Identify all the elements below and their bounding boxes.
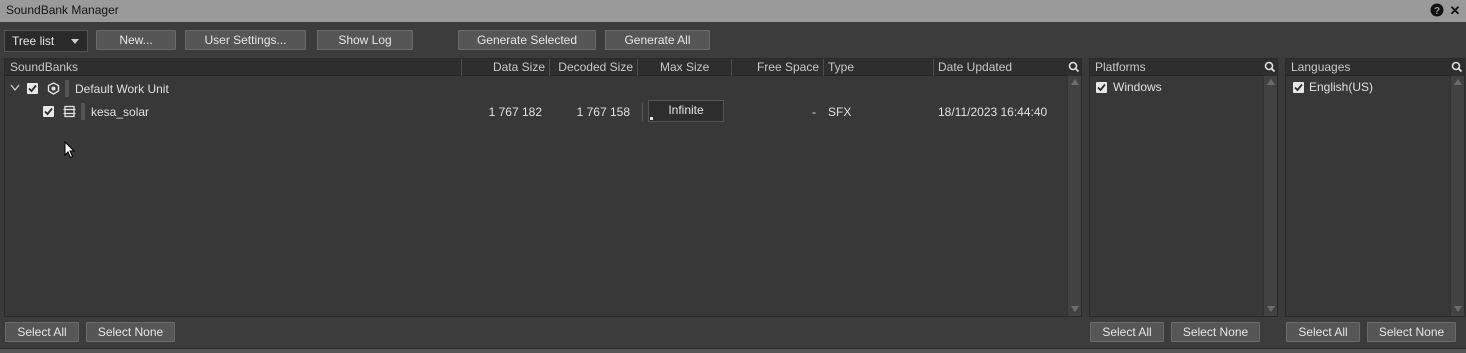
mouse-cursor-icon (64, 141, 76, 159)
max-size-value: Infinite (668, 103, 704, 117)
scroll-down-icon[interactable] (1071, 306, 1079, 312)
window-bottom-edge (0, 348, 1466, 353)
type-value: SFX (828, 105, 852, 119)
platforms-panel: Platforms Windows (1089, 58, 1278, 317)
platforms-header: Platforms (1090, 59, 1263, 76)
soundbank-checkbox[interactable] (43, 106, 54, 117)
max-size-field[interactable]: Infinite (648, 100, 724, 122)
search-icon[interactable] (1067, 59, 1081, 76)
soundbanks-select-none-button[interactable]: Select None (86, 322, 175, 342)
user-settings-button[interactable]: User Settings... (185, 30, 306, 50)
platforms-select-all-button[interactable]: Select All (1090, 322, 1164, 342)
window-title: SoundBank Manager (6, 3, 119, 17)
column-type[interactable]: Type (828, 60, 854, 75)
decoded-size-value: 1 767 158 (576, 105, 630, 119)
languages-select-all-button[interactable]: Select All (1286, 322, 1360, 342)
platforms-select-none-button[interactable]: Select None (1171, 322, 1260, 342)
platform-label-windows[interactable]: Windows (1113, 80, 1162, 94)
title-bar: SoundBank Manager ? ✕ (0, 0, 1466, 22)
column-separator[interactable] (637, 59, 638, 76)
soundbanks-select-all-button[interactable]: Select All (5, 322, 79, 342)
languages-panel: Languages English(US) (1285, 58, 1465, 317)
column-decoded-size[interactable]: Decoded Size (553, 60, 633, 75)
column-separator[interactable] (731, 59, 732, 76)
new-button[interactable]: New... (96, 30, 176, 50)
language-checkbox-english-us[interactable] (1293, 82, 1304, 93)
vertical-scrollbar[interactable] (1263, 76, 1277, 316)
free-space-value: - (812, 105, 816, 119)
search-icon[interactable] (1450, 59, 1464, 76)
toolbar: Tree list New... User Settings... Show L… (0, 22, 1466, 58)
column-separator[interactable] (823, 59, 824, 76)
languages-select-none-button[interactable]: Select None (1367, 322, 1456, 342)
scroll-up-icon[interactable] (1267, 79, 1275, 85)
generate-selected-button[interactable]: Generate Selected (458, 30, 596, 50)
column-max-size[interactable]: Max Size (660, 60, 709, 75)
language-label-english-us[interactable]: English(US) (1309, 80, 1373, 94)
platforms-header-label: Platforms (1095, 60, 1146, 74)
work-unit-checkbox[interactable] (27, 83, 38, 94)
languages-header: Languages (1286, 59, 1450, 76)
soundbank-name[interactable]: kesa_solar (91, 105, 149, 119)
column-separator[interactable] (933, 59, 934, 76)
help-icon[interactable]: ? (1429, 3, 1445, 19)
view-mode-value: Tree list (12, 34, 55, 48)
chevron-down-icon[interactable] (10, 84, 20, 92)
column-date-updated[interactable]: Date Updated (938, 60, 1012, 75)
column-soundbanks[interactable]: SoundBanks (10, 60, 78, 75)
svg-text:?: ? (1434, 6, 1440, 17)
column-data-size[interactable]: Data Size (465, 60, 545, 75)
search-icon[interactable] (1263, 59, 1277, 76)
work-unit-label[interactable]: Default Work Unit (75, 82, 169, 96)
scroll-down-icon[interactable] (1267, 306, 1275, 312)
scroll-up-icon[interactable] (1454, 79, 1462, 85)
scroll-up-icon[interactable] (1071, 79, 1079, 85)
row-separator (81, 103, 85, 120)
soundbanks-header: SoundBanks Data Size Decoded Size Max Si… (5, 59, 1067, 76)
column-free-space[interactable]: Free Space (735, 60, 819, 75)
languages-header-label: Languages (1291, 60, 1351, 74)
work-unit-icon (47, 82, 60, 95)
row-separator (65, 80, 69, 97)
generate-all-button[interactable]: Generate All (605, 30, 710, 50)
soundbanks-panel: SoundBanks Data Size Decoded Size Max Si… (4, 58, 1082, 317)
column-separator[interactable] (549, 59, 550, 76)
column-separator[interactable] (461, 59, 462, 76)
platform-checkbox-windows[interactable] (1096, 82, 1107, 93)
data-size-value: 1 767 182 (488, 105, 542, 119)
vertical-scrollbar[interactable] (1450, 76, 1464, 316)
scroll-down-icon[interactable] (1454, 306, 1462, 312)
soundbank-icon (63, 105, 76, 118)
row-separator (642, 103, 643, 121)
chevron-down-icon (71, 39, 79, 44)
close-icon[interactable]: ✕ (1447, 3, 1463, 19)
show-log-button[interactable]: Show Log (317, 30, 413, 50)
vertical-scrollbar[interactable] (1067, 76, 1081, 316)
date-updated-value: 18/11/2023 16:44:40 (938, 105, 1048, 119)
view-mode-select[interactable]: Tree list (4, 30, 88, 52)
max-size-bar (650, 117, 653, 120)
